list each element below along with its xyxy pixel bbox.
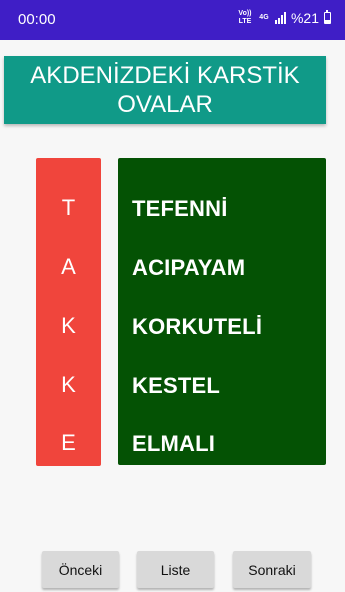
word-item: KORKUTELİ (132, 314, 263, 339)
letter-item: K (61, 372, 76, 397)
status-bar: 00:00 Vo)) LTE 4G %21 (0, 0, 345, 40)
word-item: ELMALI (132, 431, 216, 456)
list-button[interactable]: Liste (137, 551, 214, 588)
letter-item: A (61, 254, 76, 279)
signal-icon (274, 12, 286, 24)
words-panel: TEFENNİ ACIPAYAM KORKUTELİ KESTEL ELMALI (118, 158, 326, 465)
battery-icon (324, 10, 331, 24)
letter-item: T (61, 195, 76, 220)
letter-item: E (61, 430, 76, 455)
status-time: 00:00 (18, 11, 56, 28)
word-item: KESTEL (132, 373, 220, 398)
next-button[interactable]: Sonraki (233, 551, 311, 588)
word-item: TEFENNİ (132, 196, 228, 221)
word-item: ACIPAYAM (132, 255, 246, 280)
letter-item: K (61, 313, 76, 338)
previous-button[interactable]: Önceki (42, 551, 119, 588)
battery-text: %21 (290, 10, 319, 26)
page-title: AKDENİZDEKİ KARSTİK OVALAR (4, 56, 326, 124)
volte-icon: Vo)) LTE (238, 10, 252, 25)
network-type-icon: 4G (259, 14, 269, 21)
status-icons: Vo)) LTE 4G %21 (237, 10, 331, 26)
letters-panel: T A K K E (36, 158, 101, 466)
